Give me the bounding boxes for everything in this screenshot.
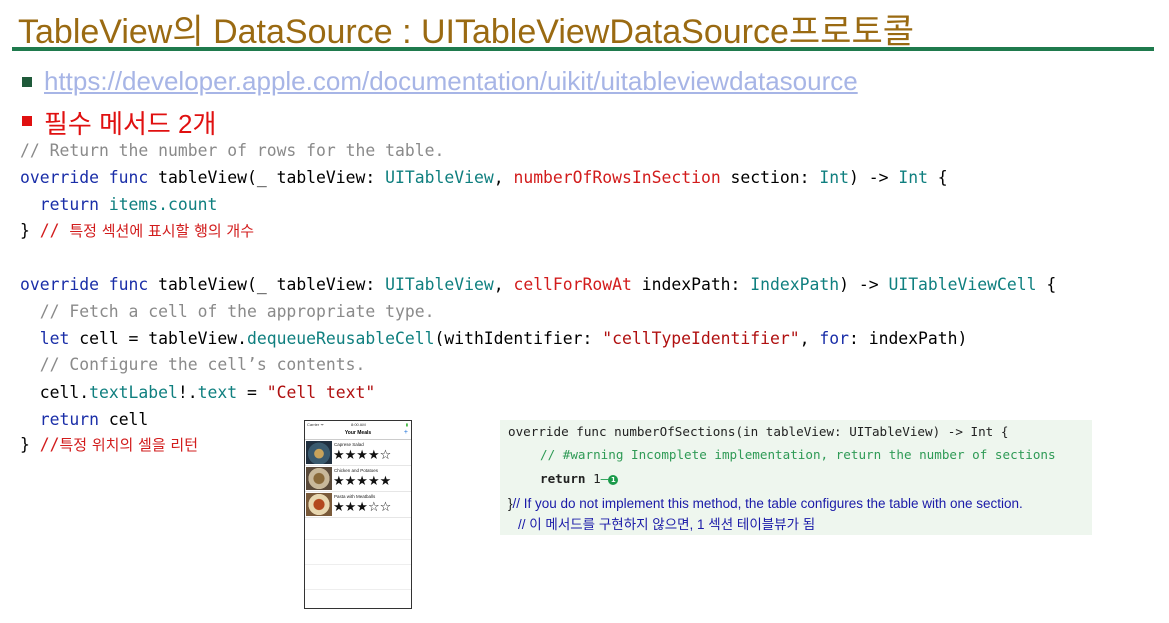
sections-snippet: override func numberOfSections(in tableV… [500,420,1092,535]
code-property: text [197,383,238,402]
battery-icon: ▮ [405,422,408,427]
code-type: UITableViewCell [888,275,1037,294]
code-text: section: [720,168,820,187]
code-keyword: return [20,410,99,429]
nav-title: Your Meals [344,430,372,436]
code-text: ) -> [848,168,899,187]
code-comment-marker: // [39,221,70,240]
code-text: tableView(_ tableView: [148,275,386,294]
code-keyword: return [20,195,99,214]
code-line: // Return the number of rows for the tab… [20,141,444,160]
bullet-red [22,116,32,126]
code-text: items.count [98,195,218,214]
code-text: { [1036,275,1057,294]
title-underline [12,47,1154,51]
code-text: cell = tableView. [69,329,247,348]
snippet-value: 1 [585,471,601,486]
status-bar: Carrier ᯤ 8:00 AM ▮ [305,421,411,429]
code-type: UITableView [385,275,494,294]
table-row[interactable]: Caprese Salad ★★★★☆ [305,440,411,466]
code-line: // Configure the cell’s contents. [20,355,366,374]
slide-title: TableView의 DataSource : UITableViewDataS… [18,13,914,51]
meal-photo [306,441,332,464]
code-text: , [493,168,514,187]
code-line: override func tableView(_ tableView: UIT… [20,275,1056,294]
carrier-label: Carrier ᯤ [307,422,324,427]
code-comment: // Fetch a cell of the appropriate type. [20,302,435,321]
table-row[interactable]: Pasta with Meatballs ★★★☆☆ [305,492,411,518]
code-text: } [20,435,40,454]
rating-stars[interactable]: ★★★★☆ [333,448,391,462]
code-text: ) -> [839,275,889,294]
code-type: UITableView [385,168,494,187]
code-line: } //특정 위치의 셀을 리턴 [20,434,198,455]
snippet-note-english: // If you do not implement this method, … [512,496,1023,511]
code-line: } // 특정 섹션에 표시할 행의 개수 [20,220,254,241]
row-separator [305,539,411,540]
code-keyword: override func [20,168,149,187]
code-comment-marker: // [39,435,60,454]
row-separator [305,589,411,590]
code-text: cell. [20,383,90,402]
code-line: cell.textLabel!.text = "Cell text" [20,383,376,402]
code-type: Int [819,168,849,187]
rating-stars[interactable]: ★★★☆☆ [333,500,391,514]
code-text: , [799,329,820,348]
code-text: = [237,383,267,402]
code-text: cell [98,410,149,429]
korean-note: 특정 위치의 셀을 리턴 [59,436,199,454]
snippet-line: return 1— 1 [540,471,619,486]
snippet-note: }// If you do not implement this method,… [508,496,1023,511]
code-type: IndexPath [750,275,840,294]
snippet-note-korean: // 이 메서드를 구현하지 않으면, 1 섹션 테이블뷰가 됨 [518,517,816,532]
code-text: : indexPath) [848,329,968,348]
code-text: indexPath: [631,275,751,294]
code-property: textLabel [89,383,178,402]
snippet-keyword: return [540,471,586,486]
code-highlight: cellForRowAt [513,275,632,294]
row-separator [305,564,411,565]
code-line: // Fetch a cell of the appropriate type. [20,302,435,321]
add-icon[interactable]: + [404,429,408,436]
code-text: , [493,275,514,294]
rating-stars[interactable]: ★★★★★ [333,474,391,488]
code-text: !. [177,383,198,402]
code-method: dequeueReusableCell [246,329,435,348]
code-line: let cell = tableView.dequeueReusableCell… [20,329,968,348]
code-string: "Cell text" [266,383,376,402]
required-methods-heading: 필수 메서드 2개 [44,109,217,139]
code-line: return items.count [20,195,218,214]
bullet-green [22,77,32,87]
code-line: return cell [20,410,149,429]
code-text: tableView(_ tableView: [148,168,386,187]
code-keyword: for [819,329,849,348]
korean-note: 특정 섹션에 표시할 행의 개수 [69,222,255,240]
navigation-bar: Your Meals + [305,429,411,440]
code-text: { [927,168,948,187]
documentation-link[interactable]: https://developer.apple.com/documentatio… [44,66,858,97]
snippet-line: override func numberOfSections(in tableV… [508,424,1009,439]
code-text: } [20,221,40,240]
code-string: "cellTypeIdentifier" [602,329,800,348]
table-row[interactable]: Chicken and Potatoes ★★★★★ [305,466,411,492]
meal-photo [306,493,332,516]
code-comment: // Configure the cell’s contents. [20,355,366,374]
code-text: (withIdentifier: [434,329,603,348]
code-type: Int [898,168,928,187]
code-comment: // Return the number of rows for the tab… [20,141,445,160]
meal-photo [306,467,332,490]
status-time: 8:00 AM [351,422,366,427]
snippet-comment: // #warning Incomplete implementation, r… [540,447,1056,462]
phone-screenshot: Carrier ᯤ 8:00 AM ▮ Your Meals + Caprese… [304,420,412,609]
code-highlight: numberOfRowsInSection [513,168,721,187]
code-line: override func tableView(_ tableView: UIT… [20,168,948,187]
code-keyword: let [20,329,70,348]
warning-badge: 1 [608,475,619,485]
code-keyword: override func [20,275,149,294]
